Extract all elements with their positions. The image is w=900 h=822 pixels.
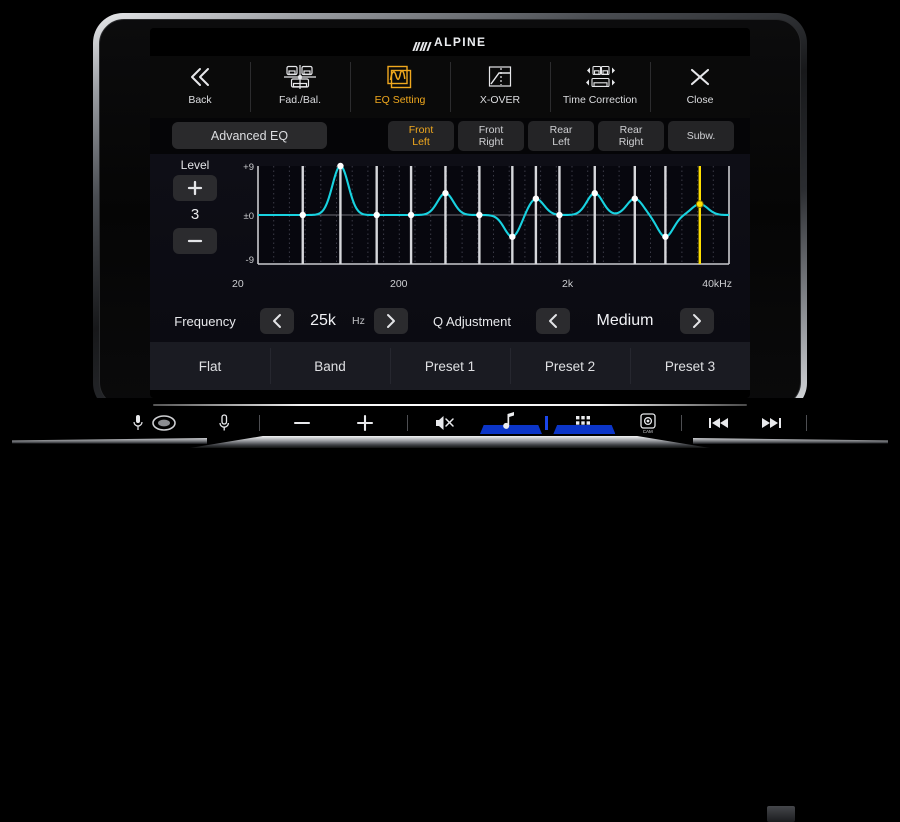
speaker-tab-line2: Right <box>478 136 504 148</box>
toolbar-label-close: Close <box>686 94 714 106</box>
speaker-tab-line1: Front <box>408 124 434 136</box>
top-toolbar: Back Fad./Bal. EQ Setting X-OVER Time Co… <box>150 56 750 118</box>
music-source-button[interactable] <box>479 412 542 434</box>
hardware-control-bar: CAM <box>93 398 807 822</box>
time-correction-icon <box>580 63 620 91</box>
advanced-eq-button[interactable]: Advanced EQ <box>172 122 327 149</box>
fader-balance-icon <box>283 63 317 91</box>
speaker-tab-front-right[interactable]: Front Right <box>458 121 524 151</box>
speaker-tab-line1: Rear <box>549 124 573 136</box>
bezel-highlight <box>153 404 747 406</box>
device-stand <box>12 436 888 460</box>
power-knob-icon[interactable] <box>148 413 180 433</box>
level-value: 3 <box>190 206 200 223</box>
preset-button-preset2[interactable]: Preset 2 <box>510 342 630 390</box>
level-label: Level <box>180 158 210 172</box>
frequency-prev-button[interactable] <box>260 308 294 334</box>
stand-top <box>190 436 710 448</box>
apps-button[interactable] <box>553 412 616 434</box>
toolbar-item-back[interactable]: Back <box>150 56 250 118</box>
speaker-tab-line2: Right <box>618 136 644 148</box>
volume-up-icon[interactable] <box>347 413 381 433</box>
music-note-icon <box>502 412 514 429</box>
speaker-tab-subwoofer[interactable]: Subw. <box>668 121 734 151</box>
toolbar-item-x-over[interactable]: X-OVER <box>450 56 550 118</box>
preset-bar: Flat Band Preset 1 Preset 2 Preset 3 <box>150 342 750 390</box>
toolbar-label-fader-balance: Fad./Bal. <box>278 94 322 106</box>
close-icon <box>687 63 713 91</box>
apps-grid-icon <box>575 416 590 425</box>
level-control: Level 3 <box>164 158 226 254</box>
audio-mute-icon[interactable] <box>429 413 460 433</box>
level-decrease-button[interactable] <box>173 228 217 254</box>
x-tick-label: 200 <box>390 278 408 290</box>
mic-mute-icon[interactable] <box>209 413 238 433</box>
alpine-logo: ALPINE <box>150 28 750 56</box>
frequency-value: 25k <box>310 312 336 329</box>
microphone-icon[interactable] <box>127 414 148 432</box>
toolbar-item-time-correction[interactable]: Time Correction <box>550 56 650 118</box>
speaker-tab-line1: Front <box>478 124 504 136</box>
eq-graph[interactable]: +9 ±0 -9 20 200 2k 40kHz <box>232 160 732 290</box>
frequency-q-row: Frequency 25k Hz Q Adjustment Medium <box>150 304 750 338</box>
eq-panel: Level 3 +9 ±0 -9 20 200 2k 40kHz Frequen… <box>150 154 750 342</box>
speaker-tab-front-left[interactable]: Front Left <box>388 121 454 151</box>
frequency-unit: Hz <box>352 315 365 327</box>
preset-button-band[interactable]: Band <box>270 342 390 390</box>
head-unit-screenshot: ALPINE Back Fad./Bal. EQ Setting X-OVER … <box>0 0 900 822</box>
equalizer-curve-icon <box>385 63 415 91</box>
speaker-tab-rear-right[interactable]: Rear Right <box>598 121 664 151</box>
preset-button-preset3[interactable]: Preset 3 <box>630 342 750 390</box>
speaker-tab-line1: Subw. <box>686 130 716 142</box>
svg-text:-9: -9 <box>246 255 254 266</box>
divider <box>258 415 260 431</box>
q-adjustment-value: Medium <box>596 312 654 329</box>
q-adjustment-prev-button[interactable] <box>536 308 570 334</box>
touchscreen: ALPINE Back Fad./Bal. EQ Setting X-OVER … <box>150 28 750 398</box>
speaker-tabs: Front Left Front Right Rear Left Rear Ri… <box>388 121 734 151</box>
indicator-bar <box>544 416 548 430</box>
divider <box>406 415 408 431</box>
right-control-block[interactable] <box>767 806 795 822</box>
toolbar-label-time-correction: Time Correction <box>562 94 638 106</box>
eq-graph-svg: +9 ±0 -9 <box>243 162 730 266</box>
q-adjustment-next-button[interactable] <box>680 308 714 334</box>
volume-down-icon[interactable] <box>285 413 319 433</box>
frequency-label: Frequency <box>174 313 236 329</box>
speaker-selection-row: Advanced EQ Front Left Front Right Rear … <box>150 118 750 154</box>
camera-icon[interactable]: CAM <box>633 412 662 434</box>
x-tick-label: 40kHz <box>702 278 732 290</box>
next-track-icon[interactable] <box>756 416 787 430</box>
alpine-bars-icon <box>411 38 432 51</box>
divider <box>805 415 807 431</box>
preset-button-flat[interactable]: Flat <box>150 342 270 390</box>
toolbar-item-fader-balance[interactable]: Fad./Bal. <box>250 56 350 118</box>
chevron-double-left-icon <box>187 63 213 91</box>
hardware-icons: CAM <box>93 408 807 438</box>
eq-graph-x-axis: 20 200 2k 40kHz <box>232 278 732 292</box>
toolbar-item-close[interactable]: Close <box>650 56 750 118</box>
crossover-icon <box>486 63 514 91</box>
toolbar-label-back: Back <box>188 94 212 106</box>
x-tick-label: 2k <box>562 278 574 290</box>
level-increase-button[interactable] <box>173 175 217 201</box>
frequency-next-button[interactable] <box>374 308 408 334</box>
alpine-wordmark: ALPINE <box>434 35 487 49</box>
x-tick-label: 20 <box>232 278 244 290</box>
q-adjustment-label: Q Adjustment <box>432 313 512 329</box>
divider <box>681 415 683 431</box>
toolbar-item-eq-setting[interactable]: EQ Setting <box>350 56 450 118</box>
svg-text:+9: +9 <box>243 162 254 173</box>
toolbar-label-x-over: X-OVER <box>479 94 521 106</box>
previous-track-icon[interactable] <box>703 416 734 430</box>
preset-button-preset1[interactable]: Preset 1 <box>390 342 510 390</box>
speaker-tab-line1: Rear <box>619 124 643 136</box>
speaker-tab-rear-left[interactable]: Rear Left <box>528 121 594 151</box>
speaker-tab-line2: Left <box>552 136 570 148</box>
toolbar-label-eq-setting: EQ Setting <box>374 94 426 106</box>
svg-text:±0: ±0 <box>244 211 255 222</box>
speaker-tab-line2: Left <box>412 136 430 148</box>
